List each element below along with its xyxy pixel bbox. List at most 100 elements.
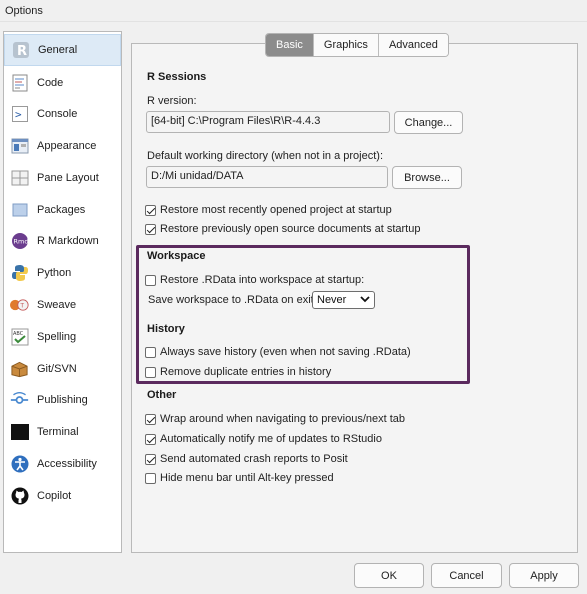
sidebar-item-spelling[interactable]: ABC Spelling <box>4 321 121 353</box>
tab-graphics[interactable]: Graphics <box>313 34 379 56</box>
sidebar-item-copilot[interactable]: Copilot <box>4 480 121 512</box>
sidebar-item-code[interactable]: Code <box>4 67 121 99</box>
sidebar-item-label: Appearance <box>37 140 97 152</box>
sidebar-item-rmarkdown[interactable]: Rmd R Markdown <box>4 225 121 257</box>
checkbox-box[interactable] <box>145 453 156 465</box>
r-logo-icon: R <box>11 41 30 60</box>
sidebar-item-label: General <box>38 44 78 56</box>
svg-text:>: > <box>15 108 22 121</box>
code-icon <box>10 74 29 93</box>
notify-updates-checkbox[interactable]: Automatically notify me of updates to RS… <box>145 433 382 445</box>
sidebar-item-sweave[interactable]: T Sweave <box>4 289 121 321</box>
checkbox-label: Send automated crash reports to Posit <box>160 453 348 465</box>
sidebar-item-label: Code <box>37 77 64 89</box>
checkbox-label: Wrap around when navigating to previous/… <box>160 413 406 425</box>
tab-advanced[interactable]: Advanced <box>378 34 448 56</box>
packages-icon <box>10 201 29 220</box>
spelling-icon: ABC <box>10 328 29 347</box>
apply-button[interactable]: Apply <box>509 563 579 588</box>
checkbox-box[interactable] <box>145 366 156 378</box>
sidebar-item-label: Packages <box>37 204 86 216</box>
tab-basic[interactable]: Basic <box>266 34 314 56</box>
python-icon <box>10 264 29 283</box>
r-version-field[interactable]: [64-bit] C:\Program Files\R\R-4.4.3 <box>146 111 390 133</box>
sidebar-item-packages[interactable]: Packages <box>4 194 121 226</box>
cancel-button[interactable]: Cancel <box>431 563 502 588</box>
sidebar-item-label: Pane Layout <box>37 172 99 184</box>
checkbox-label: Hide menu bar until Alt-key pressed <box>160 472 334 484</box>
checkbox-box[interactable] <box>145 274 156 286</box>
restore-documents-checkbox[interactable]: Restore previously open source documents… <box>145 223 420 235</box>
always-save-history-checkbox[interactable]: Always save history (even when not savin… <box>145 346 411 358</box>
checkbox-box[interactable] <box>145 413 156 425</box>
sidebar-item-label: Console <box>37 108 78 120</box>
sidebar-item-label: Sweave <box>37 299 77 311</box>
ok-button[interactable]: OK <box>354 563 424 588</box>
checkbox-label: Automatically notify me of updates to RS… <box>160 433 382 445</box>
browse-button[interactable]: Browse... <box>392 166 462 189</box>
change-button[interactable]: Change... <box>394 111 463 134</box>
svg-text:Rmd: Rmd <box>13 238 28 246</box>
github-icon <box>10 487 29 506</box>
checkbox-label: Restore .RData into workspace at startup… <box>160 274 365 286</box>
restore-rdata-checkbox[interactable]: Restore .RData into workspace at startup… <box>145 274 364 286</box>
select-value: Never <box>317 294 347 306</box>
hide-menu-bar-checkbox[interactable]: Hide menu bar until Alt-key pressed <box>145 472 334 484</box>
sidebar-item-label: Copilot <box>37 490 72 502</box>
r-sessions-heading: R Sessions <box>147 71 207 83</box>
sidebar-item-publishing[interactable]: Publishing <box>4 384 121 416</box>
window-title: Options <box>0 0 587 22</box>
sidebar-item-appearance[interactable]: Appearance <box>4 130 121 162</box>
publishing-icon <box>10 391 29 410</box>
sidebar-item-general[interactable]: R General <box>4 34 121 66</box>
crash-reports-checkbox[interactable]: Send automated crash reports to Posit <box>145 453 348 465</box>
sidebar-item-label: Terminal <box>37 426 79 438</box>
sidebar-item-label: R Markdown <box>37 235 99 247</box>
working-directory-field[interactable]: D:/Mi unidad/DATA <box>146 166 388 188</box>
checkbox-box[interactable] <box>145 472 156 484</box>
svg-text:ABC: ABC <box>13 331 24 337</box>
sidebar-item-pane-layout[interactable]: Pane Layout <box>4 162 121 194</box>
checkbox-box[interactable] <box>145 204 156 216</box>
save-workspace-select[interactable]: Never <box>312 291 375 309</box>
sidebar-item-label: Git/SVN <box>37 363 77 375</box>
r-version-label: R version: <box>147 95 197 107</box>
options-sidebar: R General Code > Console Appearance Pane… <box>3 31 122 553</box>
checkbox-label: Always save history (even when not savin… <box>160 346 411 358</box>
sidebar-item-label: Python <box>37 267 72 279</box>
sidebar-item-label: Spelling <box>37 331 77 343</box>
sidebar-item-label: Accessibility <box>37 458 97 470</box>
checkbox-label: Remove duplicate entries in history <box>160 366 332 378</box>
checkbox-box[interactable] <box>145 433 156 445</box>
pane-layout-icon <box>10 169 29 188</box>
rmarkdown-icon: Rmd <box>10 232 29 251</box>
sidebar-item-accessibility[interactable]: Accessibility <box>4 448 121 480</box>
other-heading: Other <box>147 389 177 401</box>
sweave-icon: T <box>10 296 29 315</box>
checkbox-label: Restore most recently opened project at … <box>160 204 392 216</box>
console-icon: > <box>10 105 29 124</box>
svg-text:T: T <box>19 303 24 310</box>
remove-duplicates-checkbox[interactable]: Remove duplicate entries in history <box>145 366 331 378</box>
appearance-icon <box>10 137 29 156</box>
sidebar-item-console[interactable]: > Console <box>4 98 121 130</box>
svg-text:R: R <box>17 44 27 59</box>
sidebar-item-python[interactable]: Python <box>4 257 121 289</box>
terminal-icon <box>10 423 29 442</box>
sidebar-item-terminal[interactable]: Terminal <box>4 416 121 448</box>
accessibility-icon <box>10 455 29 474</box>
restore-project-checkbox[interactable]: Restore most recently opened project at … <box>145 204 392 216</box>
checkbox-label: Restore previously open source documents… <box>160 223 421 235</box>
chevron-down-icon <box>360 294 370 306</box>
save-workspace-label: Save workspace to .RData on exit: <box>148 294 317 306</box>
sidebar-item-git[interactable]: Git/SVN <box>4 353 121 385</box>
tab-bar: Basic Graphics Advanced <box>265 33 449 57</box>
workspace-history-highlight <box>136 245 470 384</box>
history-heading: History <box>147 323 185 335</box>
git-icon <box>10 360 29 379</box>
checkbox-box[interactable] <box>145 223 156 235</box>
wrap-around-checkbox[interactable]: Wrap around when navigating to previous/… <box>145 413 405 425</box>
working-directory-label: Default working directory (when not in a… <box>147 150 383 162</box>
checkbox-box[interactable] <box>145 346 156 358</box>
workspace-heading: Workspace <box>147 250 206 262</box>
